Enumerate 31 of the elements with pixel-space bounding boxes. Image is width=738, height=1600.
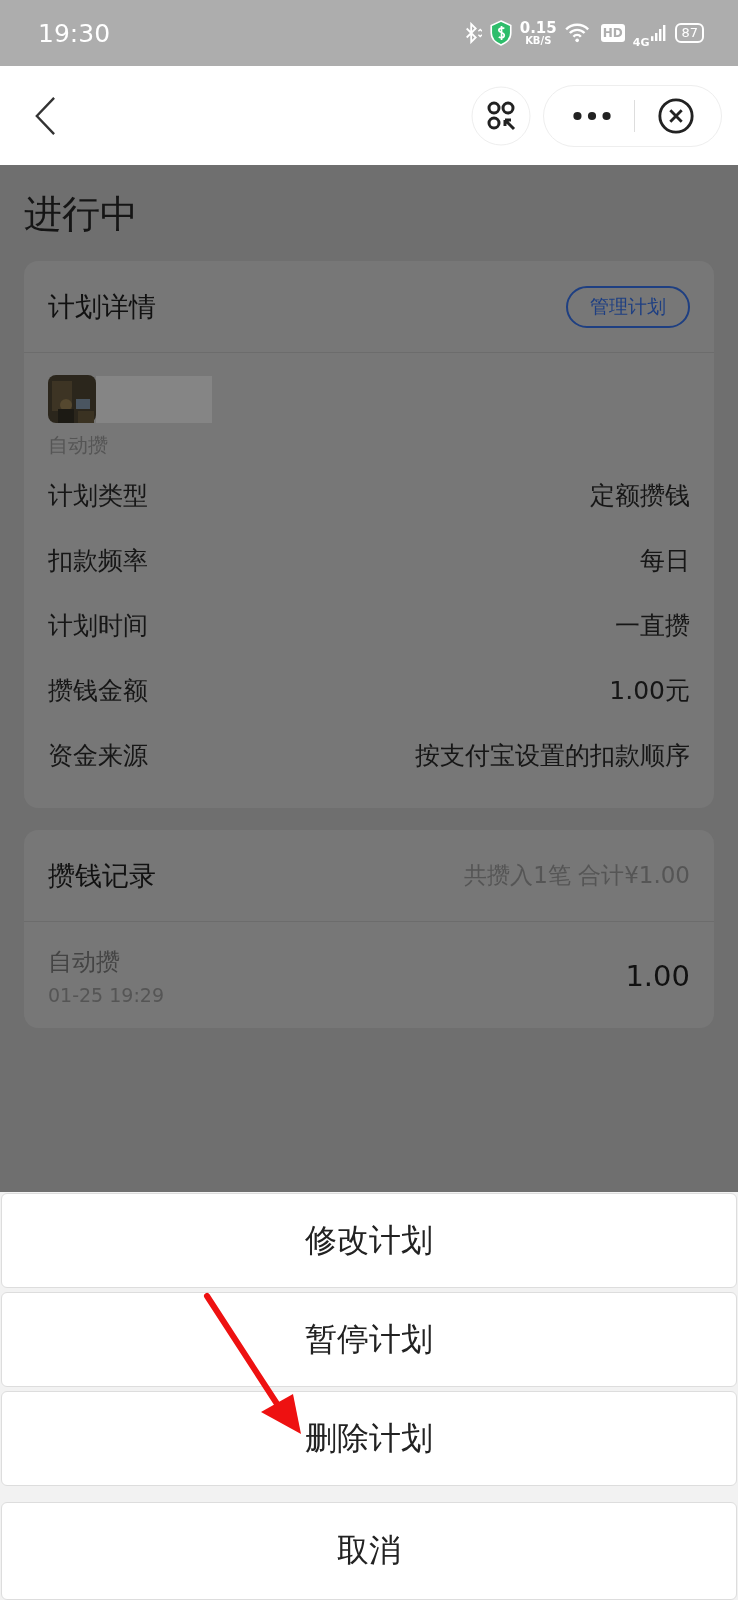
- detail-label: 计划时间: [48, 610, 148, 642]
- mini-program-home-button[interactable]: [471, 85, 531, 146]
- page-title: 进行中: [24, 191, 139, 237]
- bluetooth-icon: [463, 22, 482, 44]
- back-icon[interactable]: [34, 95, 56, 136]
- card-title: 计划详情: [48, 289, 156, 324]
- detail-label: 计划类型: [48, 480, 148, 512]
- detail-value: 1.00元: [609, 675, 690, 707]
- detail-label: 攒钱金额: [48, 675, 148, 707]
- action-button[interactable]: 删除计划: [1, 1391, 737, 1486]
- card-title: 攒钱记录: [48, 858, 156, 893]
- hd-badge: HD: [600, 24, 625, 42]
- shield-icon: [489, 20, 512, 46]
- signal-icon: [651, 22, 668, 44]
- detail-label: 扣款频率: [48, 545, 148, 577]
- status-time: 19:30: [38, 18, 111, 48]
- record-amount: 1.00: [625, 959, 690, 993]
- action-button[interactable]: 修改计划: [1, 1193, 737, 1288]
- cancel-button[interactable]: 取消: [1, 1502, 737, 1600]
- battery-level: 87: [675, 23, 704, 43]
- action-button[interactable]: 暂停计划: [1, 1292, 737, 1387]
- detail-label: 资金来源: [48, 740, 148, 772]
- detail-value: 每日: [640, 545, 690, 577]
- net-speed-unit: KB/S: [525, 35, 552, 46]
- detail-value: 一直攒: [615, 610, 690, 642]
- detail-value: 定额攒钱: [590, 480, 690, 512]
- network-type: 4G: [632, 35, 650, 49]
- detail-value: 按支付宝设置的扣款顺序: [415, 740, 690, 772]
- more-icon[interactable]: [572, 109, 612, 122]
- close-icon[interactable]: [657, 96, 695, 135]
- net-speed: 0.15: [519, 20, 557, 36]
